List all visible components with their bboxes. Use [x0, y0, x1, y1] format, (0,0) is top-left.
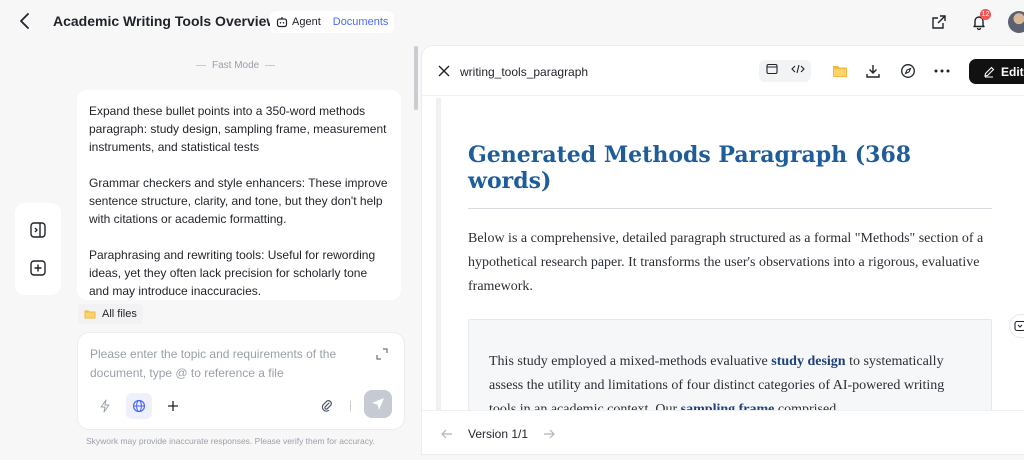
pencil-icon: [984, 66, 995, 77]
document-panel: writing_tools_paragraph Edit Generated M…: [421, 45, 1024, 455]
notification-badge: 12: [980, 9, 991, 20]
avatar[interactable]: [1008, 11, 1024, 33]
document-heading: Generated Methods Paragraph (368 words): [468, 142, 992, 209]
fast-mode-label: Fast Mode: [212, 60, 260, 71]
quote-text: This study employed a mixed-methods eval…: [489, 354, 772, 369]
fast-mode-indicator: Fast Mode: [196, 60, 276, 71]
send-icon: [372, 398, 384, 410]
share-icon[interactable]: [928, 11, 950, 33]
quote-text: comprised: [774, 402, 837, 410]
user-message: Expand these bullet points into a 350-wo…: [77, 90, 401, 300]
file-name: writing_tools_paragraph: [460, 65, 589, 79]
version-bar: Version 1/1: [422, 410, 1024, 454]
close-icon[interactable]: [438, 64, 452, 78]
code-icon[interactable]: [790, 62, 805, 80]
document-intro: Below is a comprehensive, detailed parag…: [468, 231, 984, 294]
download-icon[interactable]: [863, 61, 883, 81]
side-toolbar: [15, 203, 61, 295]
document-content: Generated Methods Paragraph (368 words) …: [436, 98, 1022, 410]
message-paragraph: Paraphrasing and rewriting tools: Useful…: [89, 248, 376, 298]
message-paragraph: Grammar checkers and style enhancers: Th…: [89, 176, 388, 226]
agent-icon: [276, 17, 288, 28]
edit-label: Edit: [1001, 64, 1024, 79]
all-files-label: All files: [102, 308, 137, 320]
page-title: Academic Writing Tools Overview: [53, 13, 278, 29]
chat-input[interactable]: Please enter the topic and requirements …: [90, 345, 370, 383]
all-files-button[interactable]: All files: [78, 304, 143, 324]
message-paragraph: Expand these bullet points into a 350-wo…: [89, 104, 387, 154]
next-version-arrow-icon[interactable]: [542, 427, 556, 441]
compass-icon[interactable]: [898, 61, 918, 81]
toggle-panel-icon[interactable]: [27, 219, 49, 241]
folder-icon[interactable]: [830, 61, 850, 81]
chat-input-box: Please enter the topic and requirements …: [77, 332, 405, 430]
view-toggle: [759, 60, 811, 82]
send-button[interactable]: [364, 390, 392, 418]
agent-tab[interactable]: Agent: [276, 16, 321, 28]
back-arrow-icon[interactable]: [14, 10, 36, 32]
divider: [350, 401, 351, 411]
disclaimer: Skywork may provide inaccurate responses…: [86, 436, 375, 446]
document-header: writing_tools_paragraph Edit: [422, 46, 1024, 96]
document-margin-rail: [436, 98, 441, 410]
top-right-actions: 12: [928, 8, 1024, 36]
top-bar: Academic Writing Tools Overview Agent Do…: [0, 0, 1024, 44]
agent-label: Agent: [292, 16, 321, 28]
version-label: Version 1/1: [468, 426, 529, 441]
input-toolbar: [92, 393, 186, 419]
methods-paragraph-box: This study employed a mixed-methods eval…: [468, 319, 992, 410]
new-chat-icon[interactable]: [27, 257, 49, 279]
quote-bold-term: study design: [771, 354, 846, 369]
mode-switcher: Agent Documents: [270, 11, 395, 33]
previous-version-arrow-icon[interactable]: [440, 427, 454, 441]
preview-icon[interactable]: [765, 62, 778, 80]
lightning-icon[interactable]: [92, 393, 118, 419]
expand-icon[interactable]: [376, 347, 390, 361]
documents-tab[interactable]: Documents: [333, 16, 389, 28]
plus-icon[interactable]: [160, 393, 186, 419]
chat-scrollbar[interactable]: [414, 46, 418, 110]
quote-bold-term: sampling frame: [680, 402, 775, 410]
more-options-icon[interactable]: [932, 61, 952, 81]
edit-button[interactable]: Edit: [969, 59, 1024, 84]
web-search-globe-icon[interactable]: [126, 393, 152, 419]
attachment-icon[interactable]: [318, 397, 336, 415]
notification-bell-icon[interactable]: 12: [968, 9, 991, 33]
folder-icon: [84, 310, 96, 319]
